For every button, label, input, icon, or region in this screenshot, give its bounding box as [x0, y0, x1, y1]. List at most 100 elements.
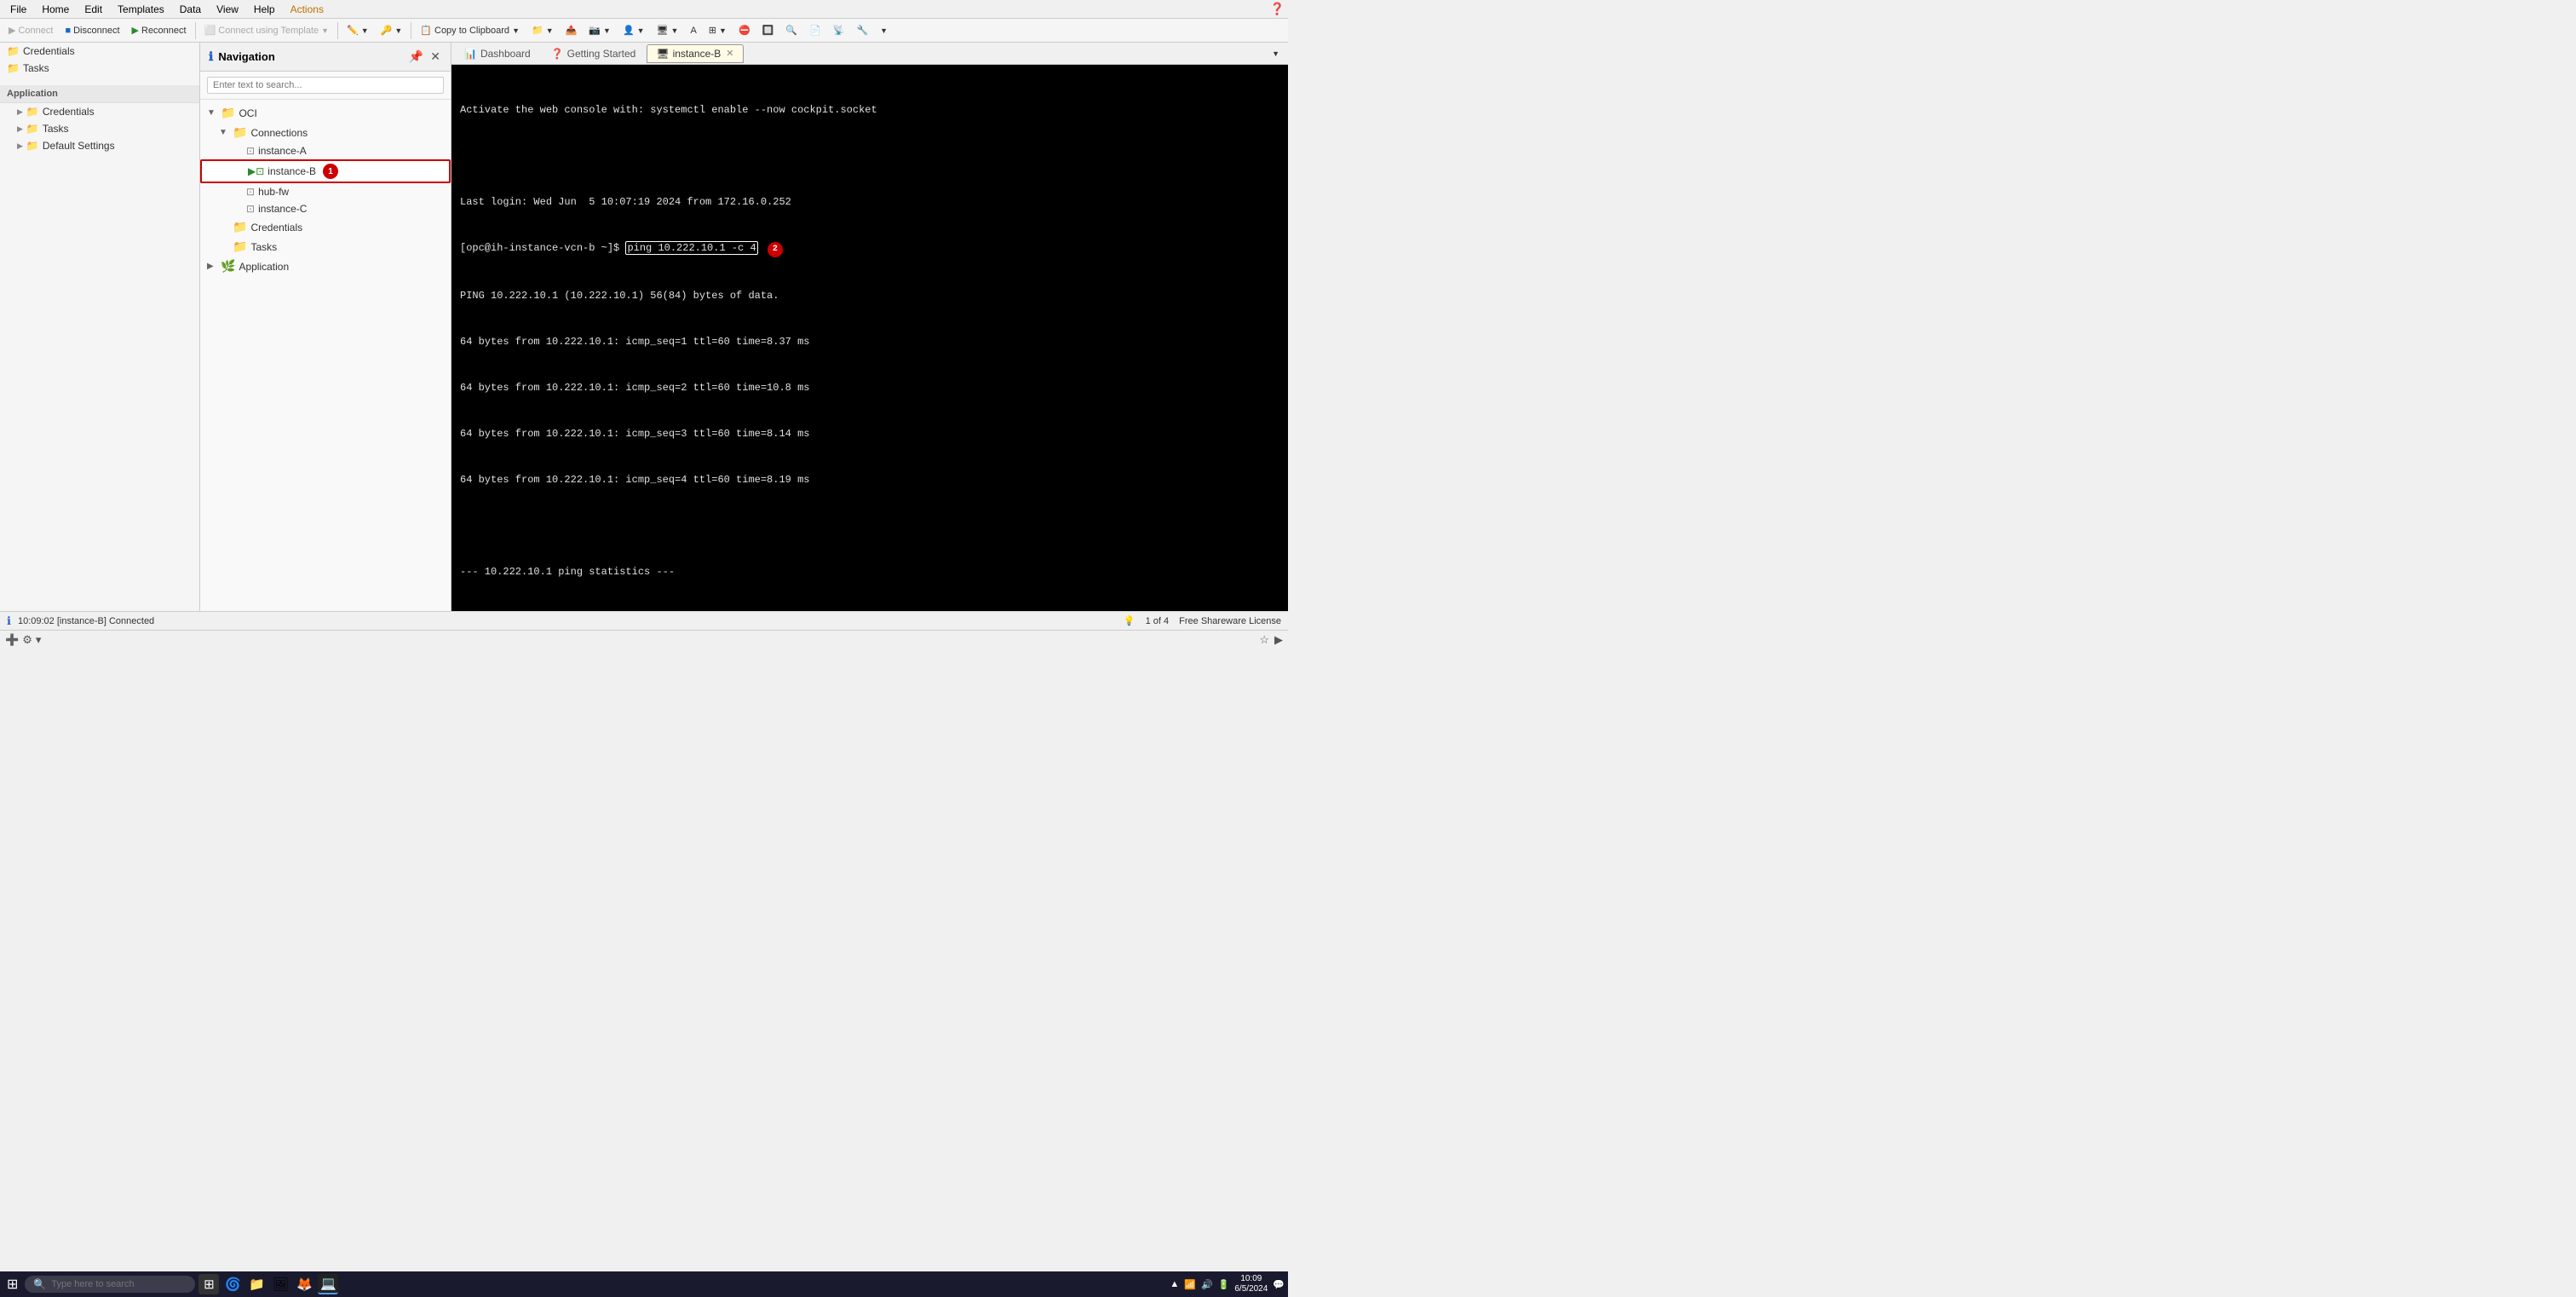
volume-icon[interactable]: 🔊: [1201, 1279, 1213, 1290]
menu-help[interactable]: Help: [247, 2, 282, 17]
taskbar-clock[interactable]: 10:09 6/5/2024: [1234, 1274, 1268, 1294]
taskbar-app-edge[interactable]: 🌀: [222, 1274, 243, 1294]
cmd-highlight-1: ping 10.222.10.1 -c 4: [625, 241, 757, 255]
layout-icon-btn[interactable]: ⊞ ▼: [704, 23, 732, 37]
status-info-icon: ℹ: [7, 614, 11, 628]
find-icon-btn[interactable]: 🔍: [780, 23, 802, 37]
network-icon[interactable]: 📶: [1184, 1279, 1196, 1290]
nav-pin-button[interactable]: 📌: [407, 48, 425, 66]
taskbar-app-explorer[interactable]: 📁: [246, 1274, 267, 1294]
tab-getting-started[interactable]: ❓ Getting Started: [542, 44, 646, 62]
menu-templates[interactable]: Templates: [111, 2, 171, 17]
tree-item-credentials-nav[interactable]: ▶ 📁 Credentials: [200, 217, 451, 237]
sidebar-item-default-settings[interactable]: ▶ 📁 Default Settings: [0, 137, 199, 154]
tab-close-button[interactable]: ✕: [726, 48, 733, 59]
nav-search-container: [200, 72, 451, 100]
menu-data[interactable]: Data: [173, 2, 208, 17]
terminal-line-11: --- 10.222.10.1 ping statistics ---: [460, 564, 1279, 579]
windows-start-button[interactable]: ⊞: [3, 1272, 21, 1296]
disconnect-button[interactable]: ■ Disconnect: [60, 24, 124, 37]
chevron-down-icon9: ▼: [719, 26, 727, 35]
help-tab-icon: ❓: [551, 48, 564, 60]
star-button[interactable]: ☆: [1259, 633, 1269, 647]
tree-item-hub-fw[interactable]: ▶ ⊡ hub-fw: [200, 183, 451, 200]
user-icon-btn[interactable]: 👤 ▼: [618, 23, 650, 37]
help-button[interactable]: ❓: [1270, 2, 1285, 16]
menu-edit[interactable]: Edit: [78, 2, 109, 17]
menu-actions[interactable]: Actions: [284, 2, 331, 17]
tools-icon-btn[interactable]: 🔧: [851, 23, 873, 37]
status-message: 10:09:02 [instance-B] Connected: [18, 616, 154, 626]
script-icon-btn[interactable]: 📄: [804, 23, 826, 37]
tree-item-oci[interactable]: ▼ 📁 OCI: [200, 103, 451, 123]
status-bar: ℹ 10:09:02 [instance-B] Connected 💡 1 of…: [0, 611, 1288, 630]
edge-icon: 🌀: [225, 1277, 241, 1292]
camera-icon: 📷: [589, 25, 601, 36]
nav-close-button[interactable]: ✕: [428, 48, 442, 66]
tree-item-instance-c[interactable]: ▶ ⊡ instance-C: [200, 200, 451, 217]
tab-instance-b[interactable]: 🖥 instance-B ✕: [647, 44, 743, 63]
search2-icon-btn[interactable]: 🔲: [757, 23, 779, 37]
connect-button[interactable]: ▶ Connect: [3, 23, 58, 37]
sidebar-item-tasks-top[interactable]: 📁 Tasks: [0, 60, 199, 77]
sidebar-item-tasks[interactable]: ▶ 📁 Tasks: [0, 120, 199, 137]
tree-item-instance-a[interactable]: ▶ ⊡ instance-A: [200, 142, 451, 159]
taskbar-app-multiwindow[interactable]: ⊞: [198, 1274, 219, 1294]
sidebar-item-credentials[interactable]: ▶ 📁 Credentials: [0, 103, 199, 120]
antenna-icon-btn[interactable]: 📡: [828, 23, 850, 37]
taskbar-app-orange[interactable]: 🦊: [294, 1274, 314, 1294]
instance-c-icon: ⊡: [246, 203, 255, 215]
play-button[interactable]: ▶: [1274, 633, 1283, 647]
add-button[interactable]: ➕: [5, 633, 19, 647]
taskbar-app-terminal[interactable]: 💻: [318, 1274, 338, 1294]
stop-icon-btn[interactable]: ⛔: [733, 23, 756, 37]
key-icon-btn[interactable]: 🔑 ▼: [376, 23, 408, 37]
tree-item-application-nav[interactable]: ▶ 🌿 Application: [200, 257, 451, 276]
display-icon: 🖥: [657, 25, 669, 36]
tree-item-connections[interactable]: ▼ 📁 Connections: [200, 123, 451, 142]
more-icon: ▼: [880, 26, 888, 35]
display-icon-btn[interactable]: 🖥 ▼: [652, 23, 684, 37]
terminal-line-5: PING 10.222.10.1 (10.222.10.1) 56(84) by…: [460, 288, 1279, 303]
reconnect-button[interactable]: ▶ Reconnect: [127, 23, 192, 37]
settings-button[interactable]: ⚙: [22, 633, 32, 647]
tasks-folder-icon: 📁: [233, 239, 247, 254]
taskbar-search-input[interactable]: [51, 1279, 170, 1289]
clipboard-icon: 📋: [420, 25, 432, 36]
taskbar-app-photos[interactable]: 🖼: [270, 1274, 290, 1294]
nav-tree: ▼ 📁 OCI ▼ 📁 Connections ▶ ⊡ instance-A ▶…: [200, 100, 451, 611]
camera-icon-btn[interactable]: 📷 ▼: [584, 23, 616, 37]
menu-home[interactable]: Home: [35, 2, 76, 17]
tree-item-instance-b[interactable]: ▶ ▶⊡ instance-B 1: [200, 159, 451, 183]
arrow-up-icon[interactable]: ▲: [1170, 1279, 1179, 1289]
tab-dashboard[interactable]: 📊 Dashboard: [455, 44, 540, 62]
notification-icon[interactable]: 💬: [1273, 1279, 1285, 1290]
sep2: [337, 22, 338, 39]
tree-item-tasks-nav[interactable]: ▶ 📁 Tasks: [200, 237, 451, 257]
connect-template-button[interactable]: ⬜ Connect using Template ▼: [199, 23, 334, 37]
menu-file[interactable]: File: [3, 2, 33, 17]
menu-view[interactable]: View: [210, 2, 245, 17]
transfer-icon-btn[interactable]: 📤: [561, 23, 583, 37]
chevron-down-icon2: ▼: [361, 26, 369, 35]
oci-folder-icon: 📁: [221, 106, 235, 120]
edit-icon: ✏️: [347, 25, 359, 36]
nav-search-input[interactable]: [207, 77, 444, 94]
chevron-down-icon6: ▼: [603, 26, 611, 35]
font-icon-btn[interactable]: A: [685, 24, 701, 37]
layout-icon: ⊞: [709, 25, 716, 36]
tools-icon: 🔧: [856, 25, 868, 36]
edit-icon-btn[interactable]: ✏️ ▼: [342, 23, 374, 37]
folder-icon: 📁: [7, 45, 20, 57]
connect-icon: ▶: [9, 25, 15, 36]
sidebar-item-credentials-top[interactable]: 📁 Credentials: [0, 43, 199, 60]
folder-icon: 📁: [26, 106, 39, 118]
copy-clipboard-button[interactable]: 📋 Copy to Clipboard ▼: [415, 23, 525, 37]
terminal[interactable]: Activate the web console with: systemctl…: [451, 65, 1288, 611]
folder-icon-btn[interactable]: 📁 ▼: [526, 23, 559, 37]
dropdown-btn[interactable]: ▾: [36, 633, 42, 647]
tab-scroll-down[interactable]: ▼: [1267, 48, 1285, 60]
terminal-line-12: 4 packets transmitted, 4 received, 0% pa…: [460, 610, 1279, 612]
more-btn[interactable]: ▼: [875, 25, 893, 37]
expand-icon: ▶: [17, 107, 23, 117]
